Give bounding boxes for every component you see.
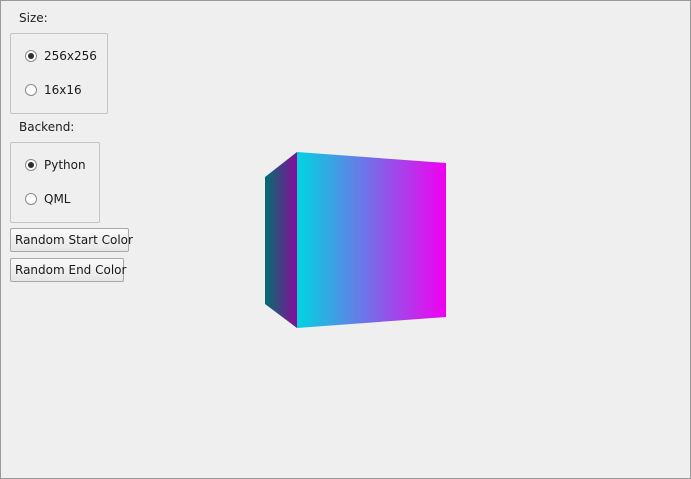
app-window: Size: 256x256 16x16 Backend: Python QML … [0, 0, 691, 479]
cube-front-face [297, 152, 446, 328]
cube-viewport[interactable] [1, 1, 690, 478]
cube-side-face [265, 152, 297, 328]
